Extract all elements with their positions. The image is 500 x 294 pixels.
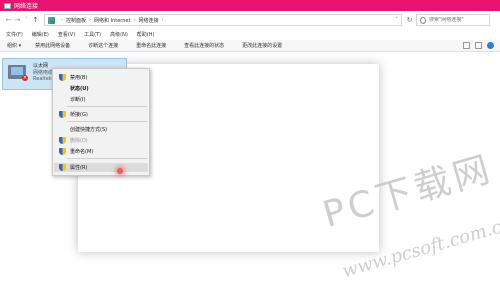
- context-menu: 禁用(B) 状态(U) 诊断(I) 桥接(G) 创建快捷方式(S) 删除(D) …: [52, 68, 150, 176]
- address-field[interactable]: › 控制面板 › 网络和 Internet › 网络连接 › ˅: [44, 14, 402, 26]
- view-options-icon[interactable]: [463, 42, 470, 49]
- chevron-right-icon: ›: [161, 17, 164, 23]
- view-tools: [458, 42, 494, 49]
- control-panel-icon: [48, 16, 55, 24]
- title-bar: 网络连接: [0, 0, 500, 11]
- recent-locations-chevron-icon[interactable]: ˅: [22, 17, 31, 23]
- forward-arrow-icon[interactable]: →: [13, 16, 22, 24]
- diagnose-connection-button[interactable]: 诊断这个连接: [88, 42, 118, 49]
- menu-advanced[interactable]: 高级(N): [110, 31, 128, 38]
- chevron-right-icon: ›: [89, 17, 92, 23]
- menu-tools[interactable]: 工具(T): [84, 31, 101, 38]
- preview-pane-icon[interactable]: [475, 42, 482, 49]
- menu-help[interactable]: 帮助(H): [137, 31, 155, 38]
- menu-item-disable[interactable]: 禁用(B): [54, 73, 148, 82]
- menu-bar: 文件(F) 编辑(E) 查看(V) 工具(T) 高级(N) 帮助(H): [0, 29, 500, 39]
- adapter-name: 以太网: [33, 63, 49, 69]
- menu-item-diagnose[interactable]: 诊断(I): [54, 95, 148, 104]
- chevron-right-icon: ›: [133, 17, 136, 23]
- menu-edit[interactable]: 编辑(E): [32, 31, 49, 38]
- breadcrumb-network-connections[interactable]: 网络连接: [138, 17, 158, 24]
- change-settings-button[interactable]: 更改此连接的设置: [242, 42, 282, 49]
- back-arrow-icon[interactable]: ←: [4, 16, 13, 24]
- menu-item-delete: 删除(D): [54, 136, 148, 145]
- refresh-icon[interactable]: ↻: [405, 16, 414, 24]
- menu-file[interactable]: 文件(F): [6, 31, 23, 38]
- network-window-icon: [4, 2, 11, 9]
- menu-separator: [67, 121, 147, 122]
- address-bar: ← → ˅ ↑ › 控制面板 › 网络和 Internet › 网络连接 › ˅…: [0, 11, 500, 29]
- menu-item-properties[interactable]: 属性(R): [54, 163, 148, 172]
- shield-icon: [59, 111, 66, 118]
- shield-icon: [59, 148, 66, 155]
- menu-view[interactable]: 查看(V): [58, 31, 75, 38]
- error-icon: ×: [22, 75, 28, 81]
- shield-icon: [59, 137, 66, 144]
- shield-icon: [59, 74, 66, 81]
- disable-device-button[interactable]: 禁用此网络设备: [35, 42, 70, 49]
- search-icon: [420, 16, 426, 24]
- command-bar: 组织 ▾ 禁用此网络设备 诊断这个连接 重命名此连接 查看此连接的状态 更改此连…: [0, 40, 500, 52]
- menu-separator: [67, 106, 147, 107]
- menu-separator: [67, 158, 147, 159]
- breadcrumb-control-panel[interactable]: 控制面板: [66, 17, 86, 24]
- up-arrow-icon[interactable]: ↑: [31, 16, 40, 24]
- organize-button[interactable]: 组织 ▾: [7, 42, 21, 49]
- search-box[interactable]: [416, 14, 490, 26]
- window-title: 网络连接: [14, 3, 39, 10]
- rename-connection-button[interactable]: 重命名此连接: [136, 42, 166, 49]
- address-dropdown-icon[interactable]: ˅: [396, 17, 399, 23]
- breadcrumb-network-internet[interactable]: 网络和 Internet: [94, 17, 130, 24]
- menu-item-status[interactable]: 状态(U): [54, 84, 148, 93]
- click-indicator: [117, 168, 123, 174]
- help-icon[interactable]: [487, 42, 494, 49]
- menu-item-create-shortcut[interactable]: 创建快捷方式(S): [54, 125, 148, 134]
- shield-icon: [59, 164, 66, 171]
- menu-item-bridge[interactable]: 桥接(G): [54, 110, 148, 119]
- menu-item-rename[interactable]: 重命名(M): [54, 147, 148, 156]
- chevron-right-icon: ›: [61, 17, 63, 23]
- search-input[interactable]: [429, 17, 489, 23]
- view-status-button[interactable]: 查看此连接的状态: [184, 42, 224, 49]
